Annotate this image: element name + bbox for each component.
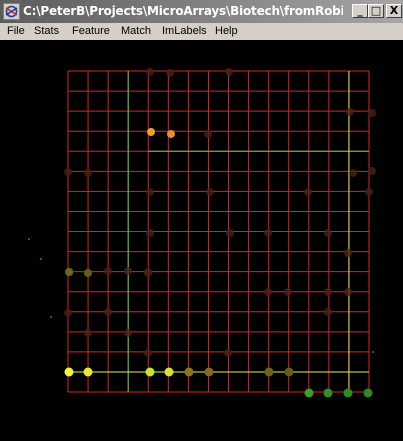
array-spot (164, 367, 174, 377)
array-spot (284, 367, 294, 377)
array-spot (363, 388, 373, 398)
array-spot (343, 388, 353, 398)
minimize-button[interactable]: _ (352, 4, 368, 18)
array-spot (84, 269, 92, 277)
array-spot (84, 169, 92, 177)
array-spot (324, 308, 332, 316)
array-spot (225, 68, 233, 76)
array-spot (166, 69, 174, 77)
array-spot (206, 188, 214, 196)
array-spot (324, 288, 332, 296)
window-title: C:\PeterB\Projects\MicroArrays\Biotech\f… (23, 4, 343, 18)
array-spot (145, 367, 155, 377)
dust-speck (40, 258, 42, 260)
dust-speck (28, 238, 30, 240)
array-spot (349, 169, 357, 177)
array-spot (344, 249, 352, 257)
menu-stats[interactable]: Stats (34, 25, 59, 37)
menu-imlabels[interactable]: ImLabels (162, 25, 207, 37)
array-spot (144, 349, 152, 357)
close-button[interactable]: X (386, 4, 402, 18)
array-spot (146, 188, 154, 196)
microarray-image[interactable] (0, 40, 403, 441)
menu-file[interactable]: File (7, 25, 25, 37)
array-spot (264, 367, 274, 377)
array-spot (144, 268, 152, 276)
array-spot (204, 367, 214, 377)
array-spot (365, 188, 373, 196)
array-spot (104, 267, 112, 275)
array-spot (83, 367, 93, 377)
array-spot (368, 167, 376, 175)
array-spot (226, 229, 234, 237)
array-spot (346, 108, 354, 116)
dust-speck (50, 316, 52, 318)
menu-feature[interactable]: Feature (72, 25, 110, 37)
array-spot (304, 188, 312, 196)
array-spot (204, 130, 212, 138)
array-spot (323, 388, 333, 398)
array-spot (264, 229, 272, 237)
array-spot (264, 288, 272, 296)
menu-help[interactable]: Help (215, 25, 238, 37)
microarray-image-canvas[interactable] (0, 40, 403, 441)
array-spot (368, 109, 376, 117)
array-spot (224, 349, 232, 357)
array-spot (147, 128, 155, 136)
array-spot (344, 288, 352, 296)
array-spot (324, 229, 332, 237)
array-spot (65, 268, 73, 276)
array-spot (146, 68, 154, 76)
menu-bar: File Stats Feature Match ImLabels Help (0, 23, 403, 40)
array-spot (64, 367, 74, 377)
array-spot (304, 388, 314, 398)
array-spot (146, 229, 154, 237)
array-spot (184, 367, 194, 377)
array-spot (124, 267, 132, 275)
array-spot (284, 288, 292, 296)
app-icon[interactable] (3, 3, 20, 20)
array-spot (64, 309, 72, 317)
array-spot (84, 329, 92, 337)
array-spot (104, 308, 112, 316)
array-spot (167, 130, 175, 138)
dust-speck (372, 351, 374, 353)
menu-match[interactable]: Match (121, 25, 151, 37)
array-spot (64, 168, 72, 176)
maximize-button[interactable]: □ (368, 4, 384, 18)
array-spot (124, 329, 132, 337)
title-bar: C:\PeterB\Projects\MicroArrays\Biotech\f… (0, 0, 403, 23)
